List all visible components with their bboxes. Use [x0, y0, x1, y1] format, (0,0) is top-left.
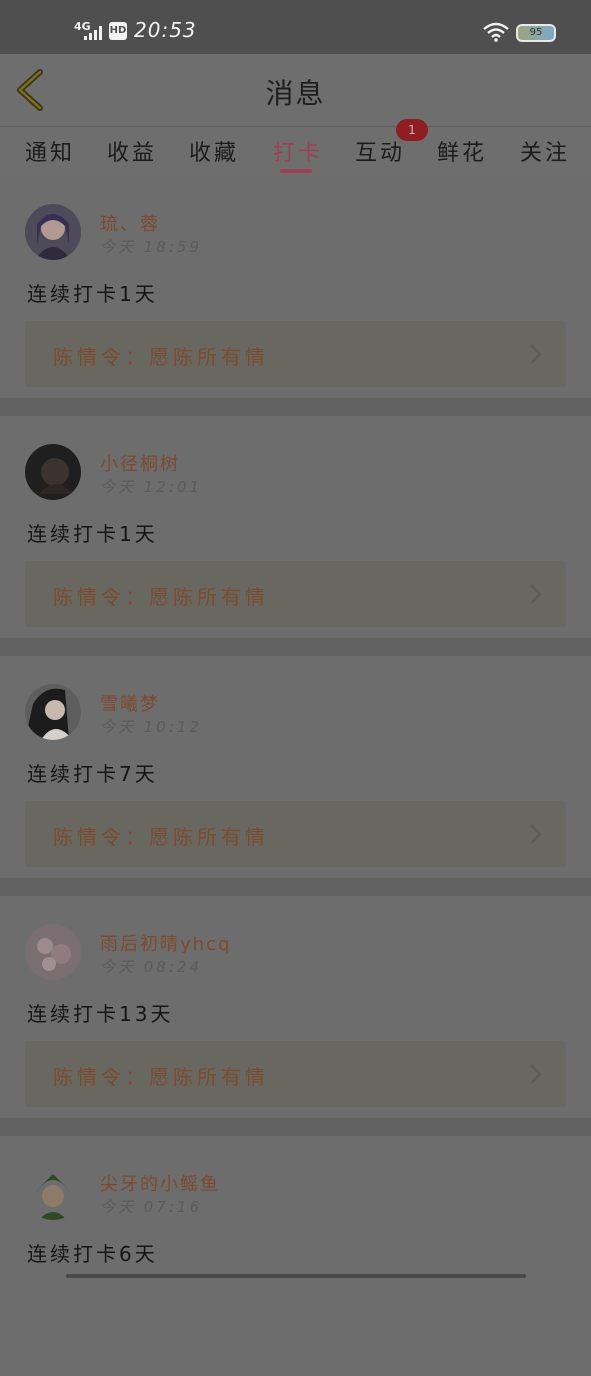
- tab-flowers[interactable]: 鲜花: [437, 135, 487, 167]
- nav-bar: 消息: [0, 54, 591, 126]
- avatar[interactable]: [25, 924, 81, 980]
- book-link[interactable]: 陈情令：愿陈所有情: [25, 561, 566, 627]
- book-title: 陈情令：愿陈所有情: [53, 585, 269, 609]
- checkin-text: 连续打卡6天: [27, 1242, 158, 1266]
- post-time: 今天 07:16: [100, 1198, 202, 1216]
- user-name[interactable]: 小径桐树: [100, 450, 180, 476]
- wifi-icon: [483, 22, 509, 42]
- checkin-feed: 琉、蓉 今天 18:59 连续打卡1天 陈情令：愿陈所有情 小径桐树 今天 12…: [0, 176, 591, 1376]
- book-title: 陈情令：愿陈所有情: [53, 345, 269, 369]
- chevron-right-icon: [530, 584, 542, 604]
- tab-notifications[interactable]: 通知: [25, 135, 75, 167]
- divider: [0, 638, 591, 656]
- book-title: 陈情令：愿陈所有情: [53, 825, 269, 849]
- interactions-badge: 1: [396, 119, 428, 141]
- post-time: 今天 18:59: [100, 238, 202, 256]
- book-title: 陈情令：愿陈所有情: [53, 1065, 269, 1089]
- tab-earnings[interactable]: 收益: [107, 135, 157, 167]
- user-name[interactable]: 雪曦梦: [100, 690, 160, 716]
- tab-checkin[interactable]: 打卡: [273, 135, 323, 167]
- chevron-right-icon: [530, 1064, 542, 1084]
- battery-icon: 95: [516, 24, 556, 42]
- tab-bar: 通知 收益 收藏 打卡 互动 鲜花 关注 1: [0, 119, 591, 176]
- book-link[interactable]: 陈情令：愿陈所有情: [25, 321, 566, 387]
- tab-favorites[interactable]: 收藏: [189, 135, 239, 167]
- post-time: 今天 10:12: [100, 718, 202, 736]
- feed-item: 小径桐树 今天 12:01 连续打卡1天 陈情令：愿陈所有情: [0, 416, 591, 656]
- feed-item: 雪曦梦 今天 10:12 连续打卡7天 陈情令：愿陈所有情: [0, 656, 591, 896]
- clock: 20:53: [134, 18, 197, 42]
- divider: [0, 398, 591, 416]
- page-title: 消息: [265, 77, 326, 110]
- feed-item: 尖牙的小鳐鱼 今天 07:16 连续打卡6天: [0, 1136, 591, 1376]
- user-name[interactable]: 琉、蓉: [100, 210, 160, 236]
- home-indicator: [66, 1274, 526, 1278]
- checkin-text: 连续打卡13天: [27, 1002, 174, 1026]
- hd-icon: HD: [109, 22, 127, 40]
- user-name[interactable]: 雨后初晴yhcq: [100, 930, 231, 956]
- post-time: 今天 08:24: [100, 958, 202, 976]
- signal-icon: [84, 26, 102, 40]
- user-name[interactable]: 尖牙的小鳐鱼: [100, 1170, 220, 1196]
- avatar[interactable]: [25, 444, 81, 500]
- chevron-right-icon: [530, 344, 542, 364]
- checkin-text: 连续打卡1天: [27, 282, 158, 306]
- status-bar: 4G HD 20:53 95: [0, 0, 591, 54]
- checkin-text: 连续打卡1天: [27, 522, 158, 546]
- tab-interactions[interactable]: 互动: [355, 135, 405, 167]
- avatar[interactable]: [25, 684, 81, 740]
- post-time: 今天 12:01: [100, 478, 202, 496]
- book-link[interactable]: 陈情令：愿陈所有情: [25, 801, 566, 867]
- active-tab-indicator: [280, 169, 312, 173]
- divider: [0, 1118, 591, 1136]
- divider: [0, 878, 591, 896]
- avatar[interactable]: [25, 1164, 81, 1220]
- chevron-right-icon: [530, 824, 542, 844]
- feed-item: 琉、蓉 今天 18:59 连续打卡1天 陈情令：愿陈所有情: [0, 176, 591, 416]
- tab-following[interactable]: 关注: [520, 135, 570, 167]
- checkin-text: 连续打卡7天: [27, 762, 158, 786]
- avatar[interactable]: [25, 204, 81, 260]
- feed-item: 雨后初晴yhcq 今天 08:24 连续打卡13天 陈情令：愿陈所有情: [0, 896, 591, 1136]
- book-link[interactable]: 陈情令：愿陈所有情: [25, 1041, 566, 1107]
